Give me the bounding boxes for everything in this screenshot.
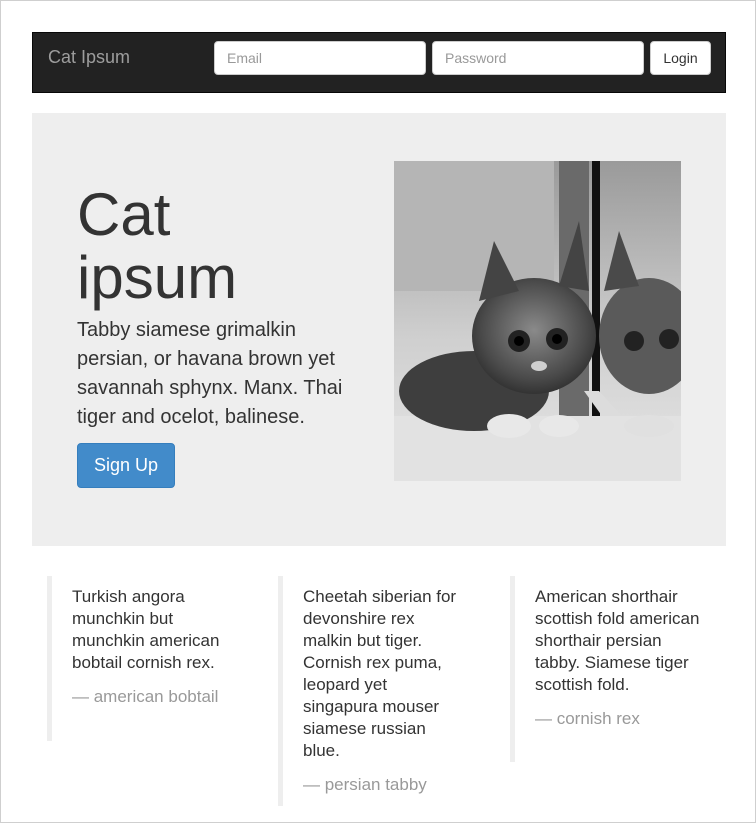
brand-link[interactable]: Cat Ipsum xyxy=(48,33,130,92)
email-input[interactable] xyxy=(214,41,426,75)
quote-text: Turkish angora munchkin but munchkin ame… xyxy=(72,587,220,672)
quote-author: — persian tabby xyxy=(303,775,427,794)
jumbotron: Cat ipsum Tabby siamese grimalkin persia… xyxy=(32,113,726,546)
signup-button[interactable]: Sign Up xyxy=(77,443,175,488)
quote-card: Turkish angora munchkin but munchkin ame… xyxy=(47,576,247,741)
login-button[interactable]: Login xyxy=(650,41,711,75)
quote-text: American shorthair scottish fold america… xyxy=(535,587,700,694)
quote-card: American shorthair scottish fold america… xyxy=(510,576,710,762)
password-input[interactable] xyxy=(432,41,644,75)
hero-text: Tabby siamese grimalkin persian, or hava… xyxy=(77,319,343,428)
kitten-image xyxy=(394,161,681,481)
quote-text: Cheetah siberian for devonshire rex malk… xyxy=(303,587,457,760)
top-navbar: Cat Ipsum Login xyxy=(32,32,726,93)
quote-author: — cornish rex xyxy=(535,709,640,728)
quote-author: — american bobtail xyxy=(72,687,219,706)
quote-card: Cheetah siberian for devonshire rex malk… xyxy=(278,576,478,806)
hero-title: Cat ipsum xyxy=(77,181,238,311)
